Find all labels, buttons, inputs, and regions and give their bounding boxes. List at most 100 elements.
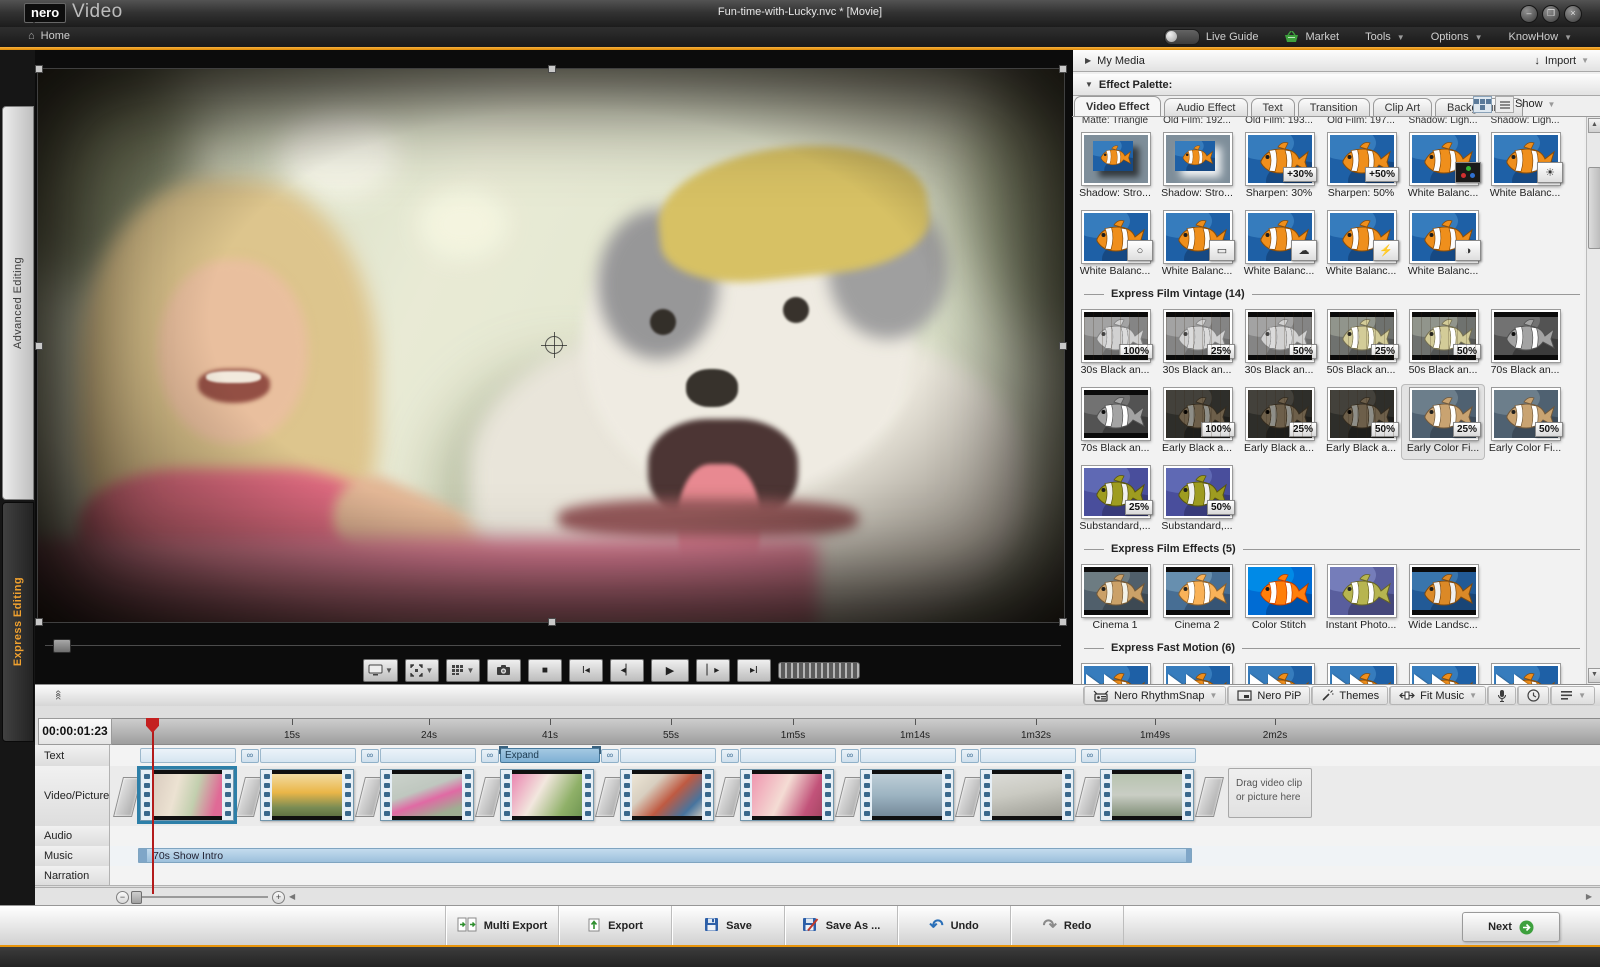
selection-handle[interactable] bbox=[35, 65, 43, 73]
link-clips-icon[interactable]: ∞ bbox=[361, 749, 379, 763]
selection-handle[interactable] bbox=[548, 65, 556, 73]
export-button[interactable]: Export bbox=[559, 906, 672, 946]
collapse-timeline-button[interactable]: «« bbox=[47, 688, 69, 702]
import-button[interactable]: ↓ Import ▼ bbox=[1534, 55, 1589, 67]
effect-item-30s-black-an[interactable]: 100%30s Black an... bbox=[1074, 307, 1156, 381]
link-clips-icon[interactable]: ∞ bbox=[601, 749, 619, 763]
transition-placeholder[interactable] bbox=[113, 777, 142, 817]
effect-item-50s-black-an[interactable]: 50%50s Black an... bbox=[1402, 307, 1484, 381]
snapshot-button[interactable] bbox=[487, 659, 521, 682]
minimize-button[interactable]: – bbox=[1520, 5, 1538, 23]
grid-options-button[interactable]: ▼ bbox=[446, 659, 480, 682]
track-video-picture[interactable]: Video/PictureDrag video clip or picture … bbox=[35, 766, 1600, 827]
tab-text[interactable]: Text bbox=[1251, 98, 1295, 117]
record-narration-button[interactable] bbox=[1488, 687, 1515, 704]
effect-item-50s-black-an[interactable]: 25%50s Black an... bbox=[1320, 307, 1402, 381]
effect-item-cinema-1[interactable]: Cinema 1 bbox=[1074, 562, 1156, 636]
zoom-out-icon[interactable]: − bbox=[116, 891, 129, 904]
link-clips-icon[interactable]: ∞ bbox=[1081, 749, 1099, 763]
tab-advanced-editing[interactable]: Advanced Editing bbox=[2, 106, 34, 500]
effect-item-color-stitch[interactable]: Color Stitch bbox=[1238, 562, 1320, 636]
track-music[interactable]: Music70s Show Intro bbox=[35, 846, 1600, 867]
effect-item-white-balanc[interactable]: White Balanc... bbox=[1402, 130, 1484, 204]
grid-view-icon[interactable] bbox=[1473, 96, 1492, 113]
options-menu[interactable]: Options▼ bbox=[1431, 31, 1483, 43]
effect-item-30s-black-an[interactable]: 25%30s Black an... bbox=[1156, 307, 1238, 381]
nero-rhythmsnap-button[interactable]: Nero RhythmSnap▼ bbox=[1084, 687, 1225, 704]
my-media-header[interactable]: ▶ My Media ↓ Import ▼ bbox=[1073, 50, 1600, 72]
preview-scrub-handle[interactable] bbox=[53, 639, 71, 653]
tab-audio-effect[interactable]: Audio Effect bbox=[1164, 98, 1247, 117]
video-clip[interactable] bbox=[740, 769, 834, 821]
video-clip[interactable] bbox=[980, 769, 1074, 821]
jump-to-end-button[interactable]: ▸I bbox=[737, 659, 771, 682]
tab-video-effect[interactable]: Video Effect bbox=[1074, 96, 1161, 117]
effect-item-shadow-stro[interactable]: Shadow: Stro... bbox=[1156, 130, 1238, 204]
duration-button[interactable] bbox=[1518, 687, 1548, 704]
zoom-in-icon[interactable]: + bbox=[272, 891, 285, 904]
selection-handle[interactable] bbox=[1059, 618, 1067, 626]
display-options-button[interactable]: ▼ bbox=[363, 659, 398, 682]
text-clip[interactable] bbox=[620, 748, 716, 763]
effect-item-sharpen-50[interactable]: +50%Sharpen: 50% bbox=[1320, 130, 1402, 204]
link-clips-icon[interactable]: ∞ bbox=[721, 749, 739, 763]
music-clip[interactable]: 70s Show Intro bbox=[138, 848, 1192, 863]
close-button[interactable]: × bbox=[1564, 5, 1582, 23]
effect-item-substandard[interactable]: 25%Substandard,... bbox=[1074, 463, 1156, 537]
jump-to-start-button[interactable]: I◂ bbox=[569, 659, 603, 682]
effect-item-white-balanc[interactable]: ○White Balanc... bbox=[1074, 208, 1156, 282]
list-view-icon[interactable] bbox=[1495, 96, 1514, 113]
video-clip[interactable] bbox=[260, 769, 354, 821]
track-narration[interactable]: Narration bbox=[35, 866, 1600, 886]
effect-item-early-color-fi[interactable]: 25%Early Color Fi... bbox=[1402, 385, 1484, 459]
effect-item[interactable] bbox=[1402, 661, 1484, 684]
market-button[interactable]: Market bbox=[1284, 31, 1339, 43]
scroll-up-icon[interactable]: ▲ bbox=[1588, 118, 1600, 133]
preview-scrub-track[interactable] bbox=[45, 645, 1061, 646]
live-guide-toggle[interactable]: Live Guide bbox=[1164, 29, 1259, 45]
restore-button[interactable]: ❒ bbox=[1542, 5, 1560, 23]
timeline-options-button[interactable]: ▼ bbox=[1551, 687, 1594, 704]
effect-item-instant-photo[interactable]: Instant Photo... bbox=[1320, 562, 1402, 636]
effect-item[interactable] bbox=[1156, 661, 1238, 684]
scrollbar-thumb[interactable] bbox=[1588, 167, 1600, 249]
link-clips-icon[interactable]: ∞ bbox=[241, 749, 259, 763]
track-audio[interactable]: Audio bbox=[35, 826, 1600, 847]
show-dropdown[interactable]: Show▼ bbox=[1515, 98, 1555, 110]
effect-item-70s-black-an[interactable]: 70s Black an... bbox=[1484, 307, 1566, 381]
transition-placeholder[interactable] bbox=[1195, 777, 1224, 817]
effect-item-early-color-fi[interactable]: 50%Early Color Fi... bbox=[1484, 385, 1566, 459]
effect-item-wide-landsc[interactable]: Wide Landsc... bbox=[1402, 562, 1484, 636]
effects-scrollbar[interactable]: ▲ ▼ bbox=[1586, 117, 1600, 684]
stop-button[interactable]: ■ bbox=[528, 659, 562, 682]
effect-item-cinema-2[interactable]: Cinema 2 bbox=[1156, 562, 1238, 636]
effect-item-substandard[interactable]: 50%Substandard,... bbox=[1156, 463, 1238, 537]
multi-export-button[interactable]: Multi Export bbox=[445, 906, 559, 946]
text-clip-expand[interactable]: Expand bbox=[500, 748, 600, 763]
text-clip[interactable] bbox=[380, 748, 476, 763]
video-clip[interactable] bbox=[500, 769, 594, 821]
save-as-button[interactable]: Save As ... bbox=[785, 906, 898, 946]
effect-item-white-balanc[interactable]: ⚡White Balanc... bbox=[1320, 208, 1402, 282]
effect-item-white-balanc[interactable]: ☁White Balanc... bbox=[1238, 208, 1320, 282]
text-clip[interactable] bbox=[1100, 748, 1196, 763]
effect-item-white-balanc[interactable]: ☀White Balanc... bbox=[1484, 130, 1566, 204]
save-button[interactable]: Save bbox=[672, 906, 785, 946]
selection-handle[interactable] bbox=[35, 342, 43, 350]
text-clip[interactable] bbox=[980, 748, 1076, 763]
tools-menu[interactable]: Tools▼ bbox=[1365, 31, 1405, 43]
drag-clip-placeholder[interactable]: Drag video clip or picture here bbox=[1228, 768, 1312, 818]
effect-item[interactable] bbox=[1484, 661, 1566, 684]
home-button[interactable]: ⌂ Home bbox=[28, 30, 70, 42]
timeline-zoom-track[interactable] bbox=[132, 896, 268, 898]
selection-handle[interactable] bbox=[1059, 65, 1067, 73]
effect-item-white-balanc[interactable]: ▭White Balanc... bbox=[1156, 208, 1238, 282]
text-clip[interactable] bbox=[860, 748, 956, 763]
timeline-ruler[interactable]: 15s24s41s55s1m5s1m14s1m32s1m49s2m2s bbox=[112, 718, 1600, 745]
tab-express-editing[interactable]: Express Editing bbox=[2, 502, 34, 742]
nero-pip-button[interactable]: Nero PiP bbox=[1228, 687, 1309, 704]
undo-button[interactable]: ↶Undo bbox=[898, 906, 1011, 946]
video-clip[interactable] bbox=[1100, 769, 1194, 821]
link-clips-icon[interactable]: ∞ bbox=[481, 749, 499, 763]
link-clips-icon[interactable]: ∞ bbox=[841, 749, 859, 763]
